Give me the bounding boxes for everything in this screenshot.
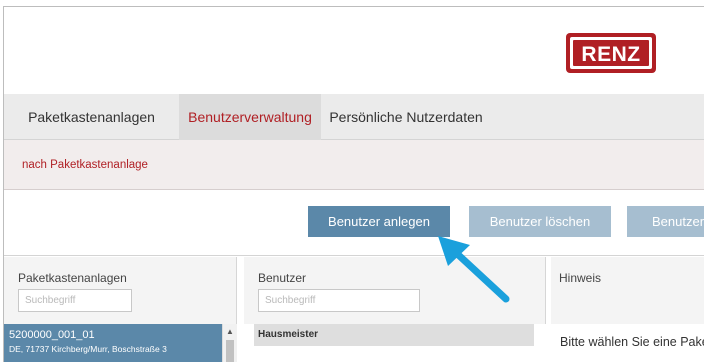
- users-column-title: Benutzer: [258, 271, 307, 285]
- user-list-item[interactable]: RENZ: [254, 346, 534, 362]
- plants-column-header: Paketkastenanlagen: [4, 257, 237, 324]
- hint-column-header: Hinweis: [551, 257, 704, 324]
- hint-column-title: Hinweis: [559, 271, 602, 285]
- renz-logo: RENZ: [566, 33, 656, 73]
- tab-persoenliche-nutzerdaten[interactable]: Persönliche Nutzerdaten: [321, 94, 491, 140]
- main-nav: Paketkastenanlagen Benutzerverwaltung Pe…: [4, 94, 704, 140]
- header: RENZ: [4, 7, 704, 94]
- users-search-input[interactable]: [258, 289, 420, 312]
- pointer-arrow-icon: [438, 236, 510, 303]
- plant-address: DE, 71737 Kirchberg/Murr, Boschstraße 3: [9, 344, 167, 354]
- user-group-header: Hausmeister: [254, 324, 534, 346]
- scroll-up-icon[interactable]: ▲: [223, 326, 237, 338]
- plants-column-title: Paketkastenanlagen: [18, 271, 127, 285]
- tab-paketkastenanlagen[interactable]: Paketkastenanlagen: [4, 94, 179, 140]
- scroll-thumb[interactable]: [226, 340, 234, 362]
- app-window: RENZ Paketkastenanlagen Benutzerverwaltu…: [3, 6, 704, 362]
- user-action-button[interactable]: Benutzer a: [627, 206, 704, 237]
- toolbar: Benutzer anlegen Benutzer löschen Benutz…: [4, 191, 704, 256]
- plant-id: 5200000_001_01: [9, 329, 95, 341]
- subnav-link-nach-paketkastenanlage[interactable]: nach Paketkastenanlage: [22, 140, 148, 190]
- plants-search-input[interactable]: [18, 289, 132, 312]
- plant-list-scrollbar[interactable]: ▲: [222, 324, 237, 362]
- plant-list-item[interactable]: 5200000_001_01 DE, 71737 Kirchberg/Murr,…: [4, 324, 222, 362]
- logo-text: RENZ: [581, 43, 640, 66]
- create-user-button[interactable]: Benutzer anlegen: [308, 206, 450, 237]
- tab-benutzerverwaltung[interactable]: Benutzerverwaltung: [179, 94, 321, 140]
- hint-text: Bitte wählen Sie eine Paket: [560, 335, 704, 349]
- sub-nav: nach Paketkastenanlage: [4, 140, 704, 190]
